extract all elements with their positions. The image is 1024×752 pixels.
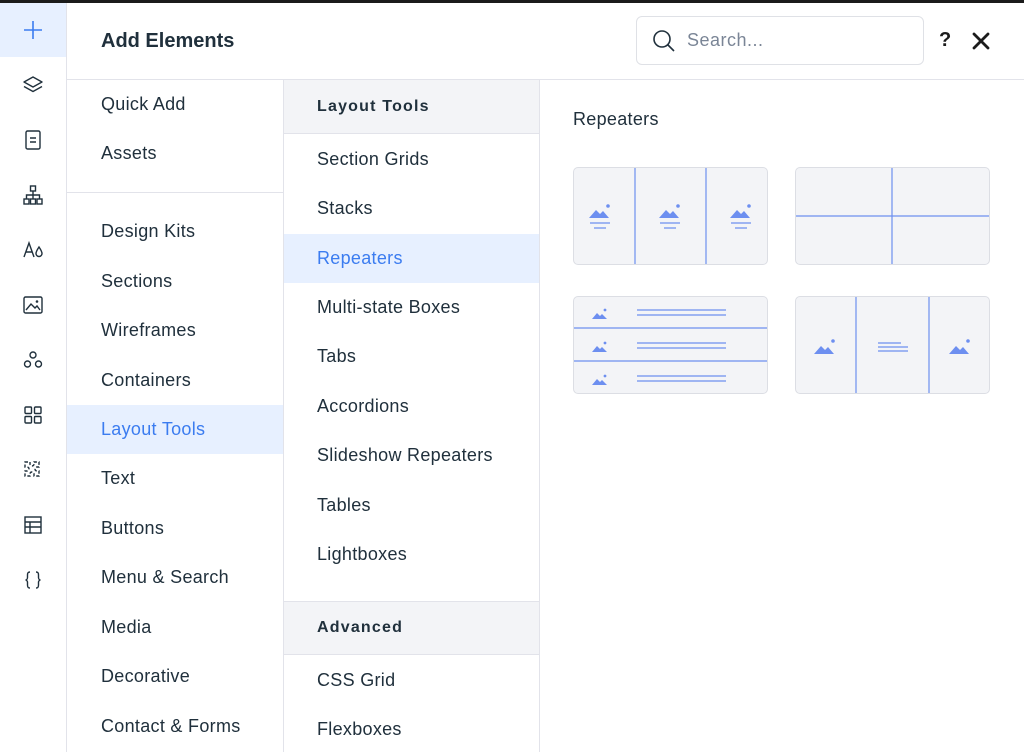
sub-tables[interactable]: Tables bbox=[284, 481, 539, 530]
category-list: Quick Add Assets Design Kits Sections Wi… bbox=[67, 80, 284, 752]
category-sections[interactable]: Sections bbox=[67, 257, 283, 306]
code-braces-icon bbox=[25, 571, 41, 589]
category-contact-forms[interactable]: Contact & Forms bbox=[67, 702, 283, 751]
category-text[interactable]: Text bbox=[67, 454, 283, 503]
sub-lightboxes[interactable]: Lightboxes bbox=[284, 530, 539, 579]
category-assets[interactable]: Assets bbox=[67, 129, 283, 178]
grid-icon bbox=[24, 406, 42, 424]
repeater-mixed-columns-preview bbox=[814, 297, 970, 393]
sitemap-button[interactable] bbox=[0, 168, 66, 222]
left-toolbar bbox=[0, 3, 67, 752]
repeater-mixed-columns-card[interactable] bbox=[795, 296, 990, 394]
puzzle-icon bbox=[24, 461, 40, 477]
panel-title: Add Elements bbox=[101, 30, 235, 52]
sub-repeaters[interactable]: Repeaters bbox=[284, 234, 539, 283]
apps-button[interactable] bbox=[0, 333, 66, 387]
subcategory-heading-layout: Layout Tools bbox=[284, 80, 539, 134]
search-icon bbox=[653, 29, 675, 52]
search-input[interactable] bbox=[687, 30, 907, 51]
close-icon[interactable] bbox=[970, 30, 992, 52]
category-media[interactable]: Media bbox=[67, 603, 283, 652]
repeater-grid-card[interactable] bbox=[795, 167, 990, 265]
cms-button[interactable] bbox=[0, 498, 66, 552]
sub-section-grids[interactable]: Section Grids bbox=[284, 135, 539, 184]
category-design-kits[interactable]: Design Kits bbox=[67, 207, 283, 256]
subcategory-list: Layout Tools Section Grids Stacks Repeat… bbox=[284, 80, 540, 752]
sub-accordions[interactable]: Accordions bbox=[284, 382, 539, 431]
sub-tabs[interactable]: Tabs bbox=[284, 332, 539, 381]
apps-icon bbox=[23, 351, 43, 368]
panel-header: Add Elements ? bbox=[67, 3, 1024, 80]
category-layout-tools[interactable]: Layout Tools bbox=[67, 405, 283, 454]
layers-button[interactable] bbox=[0, 58, 66, 112]
media-icon bbox=[23, 296, 43, 314]
category-containers[interactable]: Containers bbox=[67, 356, 283, 405]
code-button[interactable] bbox=[0, 553, 66, 607]
repeater-grid-preview bbox=[796, 168, 989, 264]
sub-css-grid[interactable]: CSS Grid bbox=[284, 656, 539, 705]
category-quick-add[interactable]: Quick Add bbox=[67, 80, 283, 129]
page-icon bbox=[25, 130, 41, 150]
category-divider bbox=[67, 192, 283, 193]
repeater-list-preview bbox=[574, 308, 767, 385]
category-menu-search[interactable]: Menu & Search bbox=[67, 553, 283, 602]
app-market-button[interactable] bbox=[0, 443, 66, 497]
business-button[interactable] bbox=[0, 388, 66, 442]
help-button[interactable]: ? bbox=[939, 29, 951, 52]
search-box[interactable] bbox=[636, 16, 924, 65]
category-buttons[interactable]: Buttons bbox=[67, 504, 283, 553]
category-decorative[interactable]: Decorative bbox=[67, 652, 283, 701]
subcategory-heading-advanced: Advanced bbox=[284, 601, 539, 655]
sub-stacks[interactable]: Stacks bbox=[284, 184, 539, 233]
category-wireframes[interactable]: Wireframes bbox=[67, 306, 283, 355]
repeater-three-columns-preview bbox=[589, 168, 751, 264]
add-elements-button[interactable] bbox=[0, 3, 66, 57]
sub-flexboxes[interactable]: Flexboxes bbox=[284, 705, 539, 752]
plus-icon bbox=[24, 21, 42, 39]
theme-button[interactable] bbox=[0, 223, 66, 277]
layers-icon bbox=[23, 76, 43, 93]
sitemap-icon bbox=[23, 185, 43, 205]
sub-multi-state-boxes[interactable]: Multi-state Boxes bbox=[284, 283, 539, 332]
media-button[interactable] bbox=[0, 278, 66, 332]
table-icon bbox=[24, 516, 42, 534]
repeater-list-card[interactable] bbox=[573, 296, 768, 394]
sub-slideshow-repeaters[interactable]: Slideshow Repeaters bbox=[284, 431, 539, 480]
content-title: Repeaters bbox=[573, 109, 659, 129]
theme-icon bbox=[23, 240, 43, 258]
pages-button[interactable] bbox=[0, 113, 66, 167]
repeater-three-columns-card[interactable] bbox=[573, 167, 768, 265]
